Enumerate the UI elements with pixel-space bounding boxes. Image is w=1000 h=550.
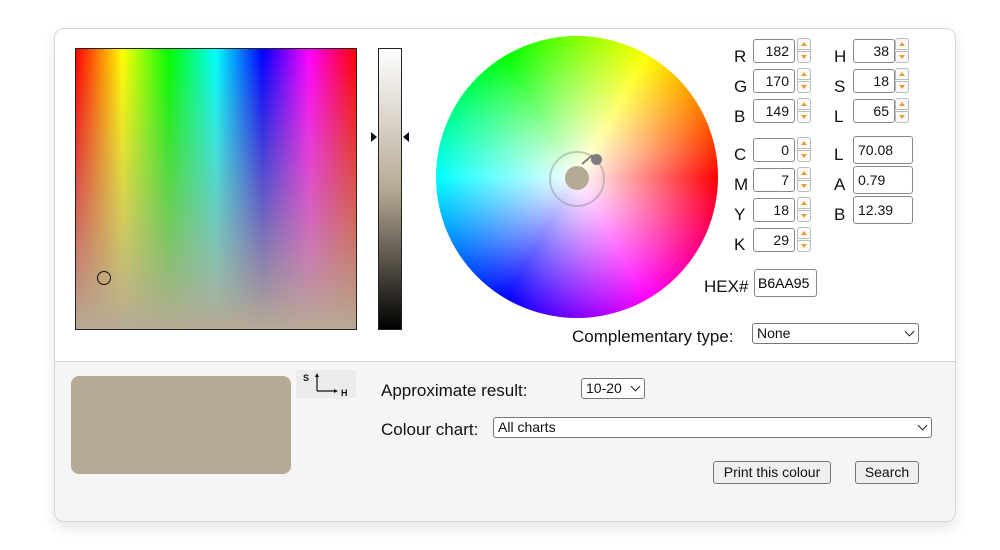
hue-saturation-square[interactable] — [75, 48, 357, 330]
complementary-select[interactable]: None — [752, 323, 919, 344]
spin-down-icon[interactable] — [797, 210, 811, 222]
colour-swatch — [71, 376, 291, 474]
lab-a-input[interactable]: 0.79 — [853, 166, 913, 194]
spin-down-icon[interactable] — [797, 81, 811, 93]
r-label: R — [734, 47, 747, 66]
h-input[interactable]: 38 — [853, 39, 895, 63]
c-spinner[interactable] — [797, 137, 811, 163]
k-input[interactable]: 29 — [753, 228, 795, 252]
approx-select[interactable]: 10-20 — [581, 378, 645, 399]
complementary-label: Complementary type: — [572, 327, 734, 346]
chart-label: Colour chart: — [381, 420, 479, 439]
result-section: S H Approximate result: 10-20 Colour cha… — [55, 361, 955, 521]
b-input[interactable]: 149 — [753, 99, 795, 123]
spin-down-icon[interactable] — [797, 150, 811, 162]
y-label: Y — [734, 205, 746, 224]
lab-l-input[interactable]: 70.08 — [853, 136, 913, 164]
spin-down-icon[interactable] — [895, 111, 909, 123]
spin-down-icon[interactable] — [797, 240, 811, 252]
c-input[interactable]: 0 — [753, 138, 795, 162]
r-spinner[interactable] — [797, 38, 811, 64]
chevron-down-icon — [904, 326, 915, 337]
m-input[interactable]: 7 — [753, 168, 795, 192]
approx-label: Approximate result: — [381, 381, 528, 400]
lab-l-label: L — [834, 145, 844, 164]
r-input[interactable]: 182 — [753, 39, 795, 63]
spin-up-icon[interactable] — [895, 68, 909, 80]
g-spinner[interactable] — [797, 68, 811, 94]
spin-down-icon[interactable] — [895, 51, 909, 63]
colour-wheel[interactable] — [436, 36, 718, 318]
spin-up-icon[interactable] — [797, 197, 811, 209]
y-spinner[interactable] — [797, 197, 811, 223]
slider-arrow-left-icon[interactable] — [371, 132, 377, 142]
axis-s-label: S — [303, 373, 309, 383]
g-label: G — [734, 77, 748, 96]
spin-down-icon[interactable] — [895, 81, 909, 93]
k-label: K — [734, 235, 746, 254]
g-input[interactable]: 170 — [753, 69, 795, 93]
hex-input[interactable]: B6AA95 — [754, 269, 817, 297]
slider-arrow-right-icon[interactable] — [403, 132, 409, 142]
axis-graphic: S H — [303, 373, 348, 398]
spin-down-icon[interactable] — [797, 51, 811, 63]
b-spinner[interactable] — [797, 98, 811, 124]
m-label: M — [734, 175, 749, 194]
print-colour-button[interactable]: Print this colour — [713, 461, 831, 484]
wheel-handle[interactable] — [591, 154, 602, 165]
k-spinner[interactable] — [797, 227, 811, 253]
spin-up-icon[interactable] — [797, 137, 811, 149]
spin-up-icon[interactable] — [895, 38, 909, 50]
s-label: S — [834, 77, 846, 96]
s-input[interactable]: 18 — [853, 69, 895, 93]
y-input[interactable]: 18 — [753, 198, 795, 222]
c-label: C — [734, 145, 747, 164]
approx-value: 10-20 — [586, 380, 622, 396]
h-spinner[interactable] — [895, 38, 909, 64]
spin-up-icon[interactable] — [797, 167, 811, 179]
spin-down-icon[interactable] — [797, 111, 811, 123]
lab-b-label: B — [834, 205, 846, 224]
chart-select[interactable]: All charts — [493, 417, 932, 438]
axis-h-label: H — [341, 388, 348, 398]
s-spinner[interactable] — [895, 68, 909, 94]
lab-b-input[interactable]: 12.39 — [853, 196, 913, 224]
chevron-down-icon — [630, 381, 641, 392]
spin-down-icon[interactable] — [797, 180, 811, 192]
spin-up-icon[interactable] — [797, 68, 811, 80]
l-spinner[interactable] — [895, 98, 909, 124]
lab-a-label: A — [834, 175, 846, 194]
spin-up-icon[interactable] — [797, 38, 811, 50]
colour-picker-panel: R 182 G 170 B 149 H 38 S 18 L 65 C 0 M 7… — [54, 28, 956, 522]
l-label: L — [834, 107, 844, 126]
m-spinner[interactable] — [797, 167, 811, 193]
wheel-centre-dot[interactable] — [565, 166, 589, 190]
axis-icon[interactable]: S H — [296, 370, 356, 398]
chevron-down-icon — [917, 420, 928, 431]
hex-label: HEX# — [704, 277, 749, 296]
complementary-value: None — [757, 325, 791, 341]
search-button[interactable]: Search — [855, 461, 919, 484]
chart-value: All charts — [498, 419, 556, 435]
square-cursor[interactable] — [97, 271, 111, 285]
b-label: B — [734, 107, 746, 126]
lightness-slider[interactable] — [378, 48, 402, 330]
spin-up-icon[interactable] — [797, 98, 811, 110]
spin-up-icon[interactable] — [797, 227, 811, 239]
l-input[interactable]: 65 — [853, 99, 895, 123]
h-label: H — [834, 47, 847, 66]
spin-up-icon[interactable] — [895, 98, 909, 110]
